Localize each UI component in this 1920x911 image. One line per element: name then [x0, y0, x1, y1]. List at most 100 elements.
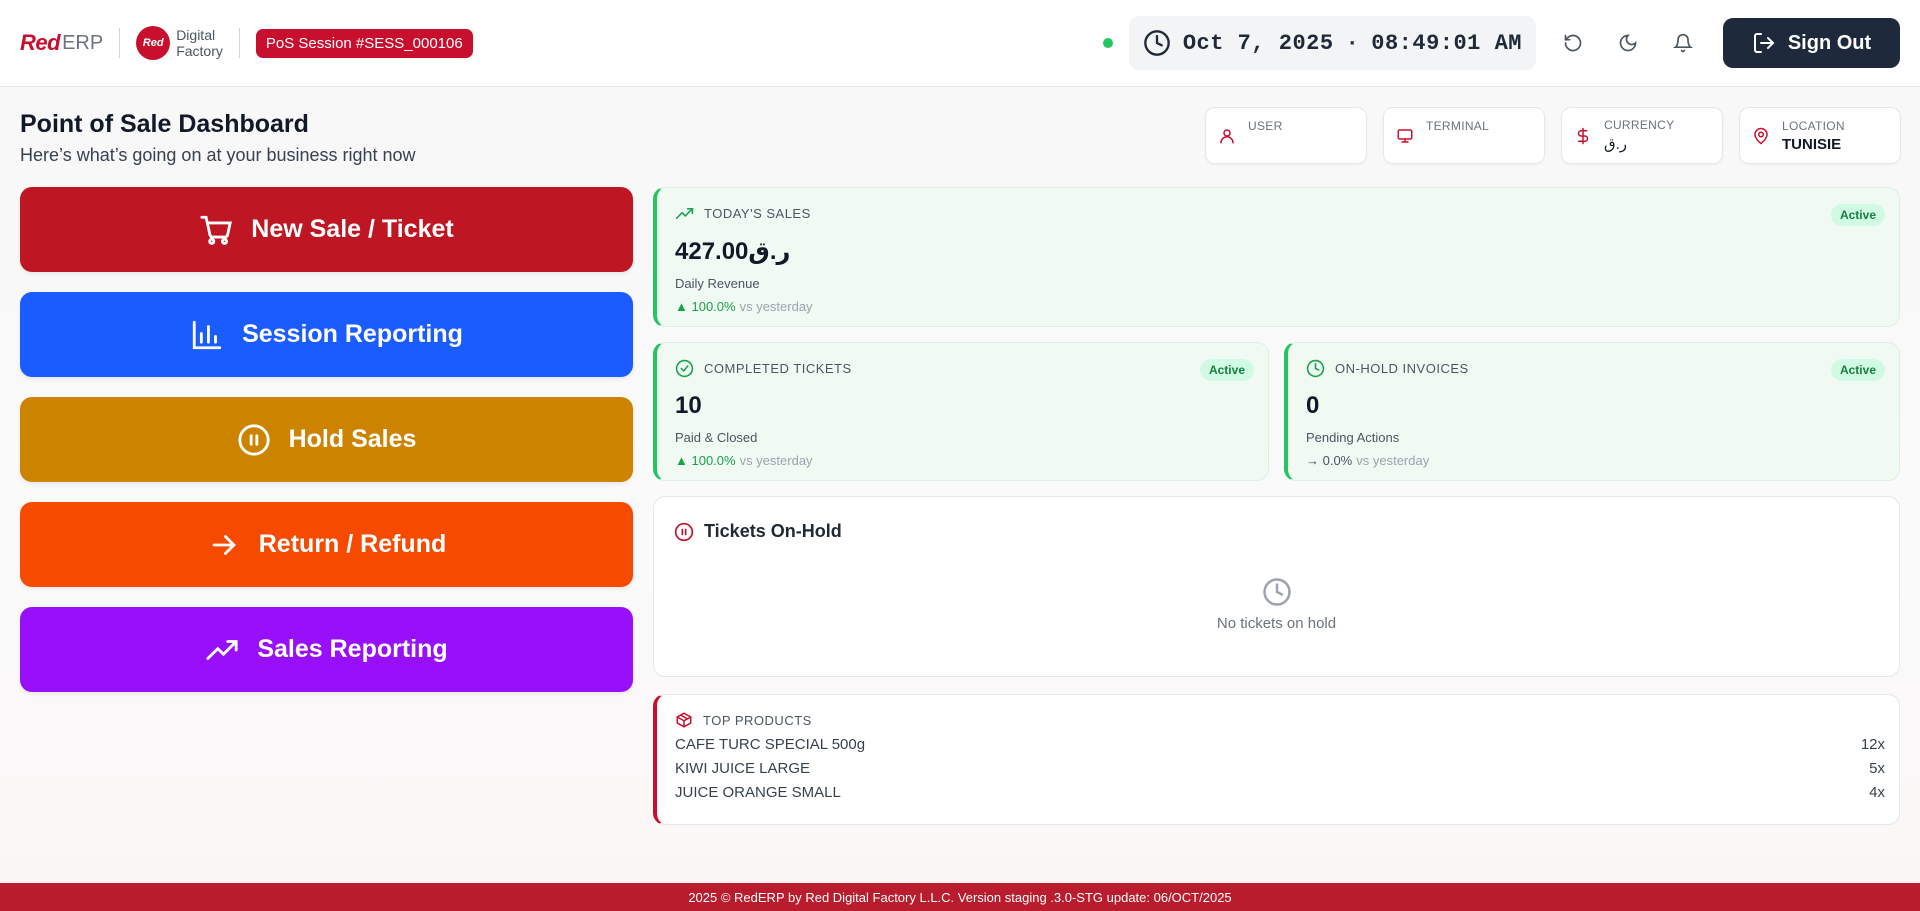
clock-display: Oct 7, 2025 · 08:49:01 AM [1128, 16, 1536, 70]
notifications-button[interactable] [1665, 25, 1701, 61]
location-value: TUNISIE [1782, 135, 1842, 153]
session-badge: PoS Session #SESS_000106 [255, 28, 473, 58]
status-badge: Active [1199, 359, 1254, 381]
trending-up-icon [206, 639, 238, 660]
df-line1: Digital [176, 27, 216, 43]
online-status-dot [1102, 38, 1113, 48]
moon-icon [1619, 34, 1637, 52]
todays-sales-card: TODAY'S SALES Active 427.00ر.ق Daily Rev… [653, 187, 1900, 327]
clock-date: Oct 7, 2025 [1182, 30, 1334, 56]
new-sale-button[interactable]: New Sale / Ticket [20, 187, 633, 272]
currency-value: ر.ق [1604, 136, 1628, 153]
pause-circle-icon [237, 423, 270, 456]
trending-up-icon [675, 207, 694, 220]
completed-tickets-value: 10 [675, 392, 702, 419]
new-sale-label: New Sale / Ticket [251, 215, 454, 243]
return-refund-label: Return / Refund [258, 530, 447, 558]
location-card: LOCATION TUNISIE [1739, 107, 1901, 164]
on-hold-invoices-trend: → 0.0% vs yesterday [1306, 453, 1881, 468]
digital-factory-logo: Red Digital Factory [136, 26, 223, 60]
location-label: LOCATION [1782, 118, 1845, 133]
terminal-label: TERMINAL [1426, 118, 1490, 133]
currency-label: CURRENCY [1604, 118, 1675, 132]
trend-vs: vs yesterday [739, 453, 813, 468]
product-name: CAFE TURC SPECIAL 500g [675, 736, 866, 753]
rederp-logo[interactable]: Red ERP [20, 30, 103, 56]
clock-icon [1262, 578, 1291, 606]
page-subtitle: Here’s what’s going on at your business … [20, 145, 416, 165]
header-divider [238, 28, 240, 58]
user-icon [1220, 128, 1234, 143]
todays-sales-trend: ▲ 100.0% vs yesterday [675, 299, 1881, 314]
empty-state-text: No tickets on hold [1216, 615, 1337, 632]
sales-reporting-button[interactable]: Sales Reporting [20, 607, 633, 692]
on-hold-invoices-value: 0 [1306, 392, 1320, 419]
empty-state: No tickets on hold [654, 577, 1899, 632]
df-line2: Factory [176, 43, 223, 59]
trend-value: ▲ 100.0% [675, 453, 736, 468]
action-buttons: New Sale / Ticket Session Reporting Hold… [20, 187, 633, 712]
bell-icon [1673, 33, 1693, 53]
user-label: USER [1248, 118, 1283, 133]
page-title: Point of Sale Dashboard [20, 110, 309, 138]
clock-time: 08:49:01 AM [1371, 30, 1522, 56]
todays-sales-value: 427.00ر.ق [675, 238, 791, 265]
pause-circle-icon [674, 522, 694, 541]
dollar-icon [1577, 127, 1589, 144]
list-item[interactable]: KIWI JUICE LARGE 5x [675, 760, 1885, 777]
cart-icon [200, 215, 233, 245]
hold-sales-label: Hold Sales [288, 425, 417, 453]
hold-sales-button[interactable]: Hold Sales [20, 397, 633, 482]
terminal-value [1426, 136, 1489, 153]
product-name: KIWI JUICE LARGE [675, 760, 811, 777]
logo-red-text: Red [20, 30, 61, 55]
user-card: USER [1205, 107, 1367, 164]
todays-sales-label: TODAY'S SALES [704, 206, 811, 221]
sign-out-label: Sign Out [1787, 31, 1872, 54]
on-hold-invoices-sub: Pending Actions [1306, 430, 1400, 445]
terminal-card: TERMINAL [1383, 107, 1545, 164]
dark-mode-toggle[interactable] [1610, 25, 1646, 61]
logo-erp-text: ERP [62, 31, 104, 54]
product-name: JUICE ORANGE SMALL [675, 784, 841, 801]
session-reporting-label: Session Reporting [242, 320, 463, 348]
completed-tickets-card: COMPLETED TICKETS Active 10 Paid & Close… [653, 342, 1269, 481]
footer-text: 2025 © RedERP by Red Digital Factory L.L… [688, 889, 1232, 905]
list-item[interactable]: CAFE TURC SPECIAL 500g 12x [675, 736, 1885, 753]
trend-vs: vs yesterday [739, 299, 813, 314]
top-header: Red ERP Red Digital Factory PoS Session … [0, 0, 1920, 87]
refresh-icon [1564, 34, 1582, 52]
tickets-on-hold-panel: Tickets On-Hold No tickets on hold [653, 496, 1900, 677]
map-pin-icon [1754, 127, 1768, 144]
user-value [1248, 136, 1283, 153]
session-info-cards: USER TERMINAL CURRENCY ر.ق LOCATION TUNI… [1205, 107, 1901, 164]
monitor-icon [1397, 128, 1413, 143]
status-badge: Active [1830, 204, 1885, 226]
todays-sales-sub: Daily Revenue [675, 276, 760, 291]
arrow-right-icon [212, 534, 236, 555]
refresh-button[interactable] [1555, 25, 1591, 61]
header-divider [119, 28, 121, 58]
digital-factory-mark: Red [136, 26, 171, 60]
top-products-card: TOP PRODUCTS CAFE TURC SPECIAL 500g 12x … [653, 694, 1900, 825]
check-circle-icon [675, 359, 694, 378]
package-icon [676, 712, 692, 728]
currency-card: CURRENCY ر.ق [1561, 107, 1723, 164]
sales-reporting-label: Sales Reporting [257, 635, 448, 663]
clock-icon [1306, 359, 1325, 378]
trend-vs: vs yesterday [1356, 453, 1430, 468]
return-refund-button[interactable]: Return / Refund [20, 502, 633, 587]
list-item[interactable]: JUICE ORANGE SMALL 4x [675, 784, 1885, 801]
logout-icon [1753, 33, 1775, 53]
product-qty: 5x [1869, 760, 1885, 777]
top-products-label: TOP PRODUCTS [703, 712, 812, 728]
sign-out-button[interactable]: Sign Out [1723, 18, 1900, 68]
product-qty: 4x [1869, 784, 1885, 801]
session-reporting-button[interactable]: Session Reporting [20, 292, 633, 377]
completed-tickets-sub: Paid & Closed [675, 430, 758, 445]
trend-value: ▲ 100.0% [675, 299, 736, 314]
product-qty: 12x [1860, 736, 1885, 753]
footer: 2025 © RedERP by Red Digital Factory L.L… [0, 883, 1920, 911]
clock-separator: · [1345, 30, 1360, 56]
tickets-on-hold-title: Tickets On-Hold [704, 521, 842, 541]
